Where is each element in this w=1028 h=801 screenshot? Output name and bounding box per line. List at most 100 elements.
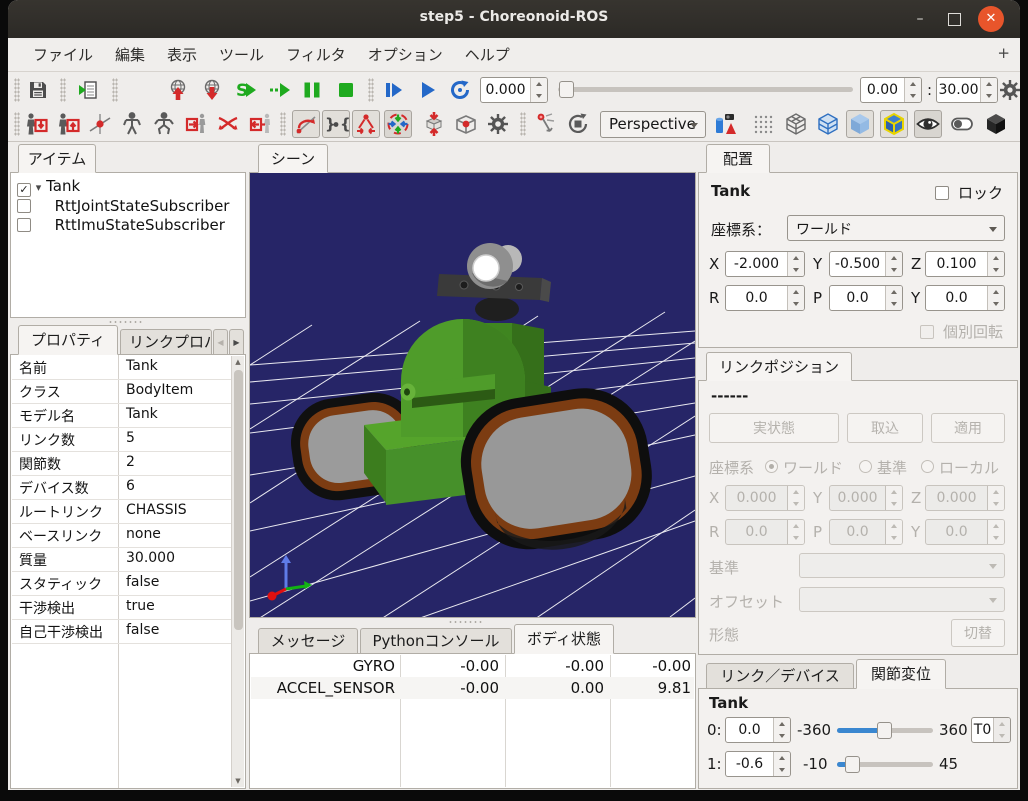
radio-base[interactable] [859, 460, 872, 473]
r-spin-buttons[interactable] [787, 286, 804, 310]
simulation-stop-button[interactable] [332, 76, 360, 104]
scroll-up-arrow[interactable]: ▲ [232, 356, 244, 368]
vertical-scrollbar[interactable]: ▲ ▼ [231, 356, 244, 787]
tree-item-tank[interactable]: ✓ ▾ Tank [17, 177, 80, 197]
symmetry-copy-button[interactable] [182, 110, 210, 138]
imu-subscriber-checkbox[interactable] [17, 218, 31, 232]
tab-body-state[interactable]: ボディ状態 [514, 624, 614, 654]
auto-kinematics-button[interactable] [292, 110, 320, 138]
property-table[interactable]: 名前Tank クラスBodyItem モデル名Tank リンク数5 関節数2 デ… [10, 354, 246, 789]
menu-view[interactable]: 表示 [156, 40, 208, 69]
r-spinbox[interactable]: 0.0 [725, 285, 805, 311]
menu-help[interactable]: ヘルプ [454, 40, 521, 69]
edit-mode-pointer-button[interactable] [532, 110, 560, 138]
splitter-handle[interactable] [448, 620, 482, 624]
restore-body-state-button[interactable] [54, 110, 82, 138]
close-button[interactable]: ✕ [978, 6, 1004, 32]
world-restore-button[interactable] [198, 76, 226, 104]
z-spinbox[interactable]: 0.100 [925, 251, 1005, 277]
apply-button[interactable]: 適用 [931, 413, 1005, 443]
tab-placement[interactable]: 配置 [706, 144, 770, 173]
tab-scroll-right-button[interactable]: ▶ [229, 329, 244, 355]
origin-marker-button[interactable] [86, 110, 114, 138]
actual-state-button[interactable]: 実状態 [709, 413, 839, 443]
switch-toggle-button[interactable] [948, 110, 976, 138]
playback-refresh-button[interactable] [446, 76, 474, 104]
property-value[interactable]: 5 [126, 430, 135, 446]
range-start-spinbox[interactable]: 0.00 [860, 77, 922, 103]
lock-checkbox[interactable] [935, 186, 949, 200]
toolbar-handle[interactable] [112, 78, 118, 102]
joint1-slider[interactable] [837, 753, 933, 775]
menu-file[interactable]: ファイル [22, 40, 104, 69]
store-body-state-button[interactable] [22, 110, 50, 138]
tab-property[interactable]: プロパティ [18, 325, 118, 355]
time-spin-buttons[interactable] [530, 78, 547, 102]
tab-link-property[interactable]: リンクプロパ [120, 329, 212, 355]
menu-edit[interactable]: 編集 [104, 40, 156, 69]
property-value[interactable]: 6 [126, 478, 135, 494]
joint-subscriber-checkbox[interactable] [17, 199, 31, 213]
scroll-down-arrow[interactable]: ▼ [232, 775, 244, 787]
penetration-block-button[interactable] [420, 110, 448, 138]
preset-kinematics-button[interactable]: }{ [322, 110, 350, 138]
tree-item-joint-subscriber[interactable]: RttJointStateSubscriber [17, 197, 229, 217]
property-value[interactable]: Tank [126, 358, 158, 374]
property-value[interactable]: BodyItem [126, 382, 193, 398]
toolbar-handle[interactable] [280, 112, 286, 136]
property-value[interactable]: true [126, 598, 155, 614]
joint1-handle[interactable] [845, 756, 860, 773]
range-end-spinbox[interactable]: 30.00 [936, 77, 998, 103]
individual-rotation-checkbox[interactable] [920, 325, 934, 339]
menu-tools[interactable]: ツール [208, 40, 275, 69]
y-spinbox[interactable]: -0.500 [829, 251, 903, 277]
vertex-rendering-button[interactable] [750, 110, 778, 138]
kinematics-settings-button[interactable] [484, 110, 512, 138]
joint0-spinbox[interactable]: 0.0 [725, 717, 791, 743]
symmetry-flip-button[interactable] [214, 110, 242, 138]
form-switch-button[interactable]: 切替 [951, 619, 1005, 647]
item-tree-panel[interactable]: ✓ ▾ Tank RttJointStateSubscriber RttImuS… [10, 172, 246, 318]
radio-local[interactable] [921, 460, 934, 473]
standard-pose-button[interactable] [150, 110, 178, 138]
tree-item-imu-subscriber[interactable]: RttImuStateSubscriber [17, 216, 225, 236]
shaded-rendering-button[interactable] [846, 110, 874, 138]
tab-scroll-left-button[interactable]: ◀ [213, 329, 228, 355]
yaw-spinbox[interactable]: 0.0 [925, 285, 1005, 311]
title-bar[interactable]: step5 - Choreonoid-ROS – ✕ [8, 0, 1020, 38]
playback-play-button[interactable] [414, 76, 442, 104]
scrollbar-thumb[interactable] [234, 370, 243, 630]
property-value[interactable]: CHASSIS [126, 502, 187, 518]
joint1-spinbox[interactable]: -0.6 [725, 751, 791, 777]
tree-item-label[interactable]: RttImuStateSubscriber [55, 216, 225, 234]
property-value[interactable]: 30.000 [126, 550, 175, 566]
tree-item-label[interactable]: RttJointStateSubscriber [55, 197, 230, 215]
projection-select[interactable]: Perspective [600, 111, 706, 138]
range-start-spin-buttons[interactable] [904, 78, 921, 102]
highlight-rendering-button[interactable] [880, 110, 908, 138]
body-state-table[interactable]: GYRO -0.00 -0.00 -0.00 ACCEL_SENSOR -0.0… [249, 653, 696, 789]
joint0-spin-buttons[interactable] [773, 718, 790, 742]
p-spin-buttons[interactable] [885, 286, 902, 310]
toolbar-handle[interactable] [14, 112, 20, 136]
simulation-resume-button[interactable] [266, 76, 294, 104]
property-value[interactable]: false [126, 574, 159, 590]
time-settings-button[interactable] [996, 76, 1020, 104]
symmetry-mirror-button[interactable] [246, 110, 274, 138]
collision-highlight-button[interactable] [452, 110, 480, 138]
collision-detection-button[interactable] [384, 110, 412, 138]
joint1-spin-buttons[interactable] [773, 752, 790, 776]
y-spin-buttons[interactable] [885, 252, 902, 276]
joint0-handle[interactable] [877, 722, 892, 739]
radio-world[interactable] [765, 460, 778, 473]
reload-item-button[interactable] [74, 76, 102, 104]
toolbar-handle[interactable] [520, 112, 526, 136]
scene-view[interactable] [249, 172, 696, 618]
menu-options[interactable]: オプション [357, 40, 454, 69]
property-value[interactable]: Tank [126, 406, 158, 422]
wireframe-rendering-button[interactable] [782, 110, 810, 138]
range-end-spin-buttons[interactable] [980, 78, 997, 102]
menu-filter[interactable]: フィルタ [275, 40, 357, 69]
x-spinbox[interactable]: -2.000 [725, 251, 805, 277]
z-spin-buttons[interactable] [987, 252, 1004, 276]
